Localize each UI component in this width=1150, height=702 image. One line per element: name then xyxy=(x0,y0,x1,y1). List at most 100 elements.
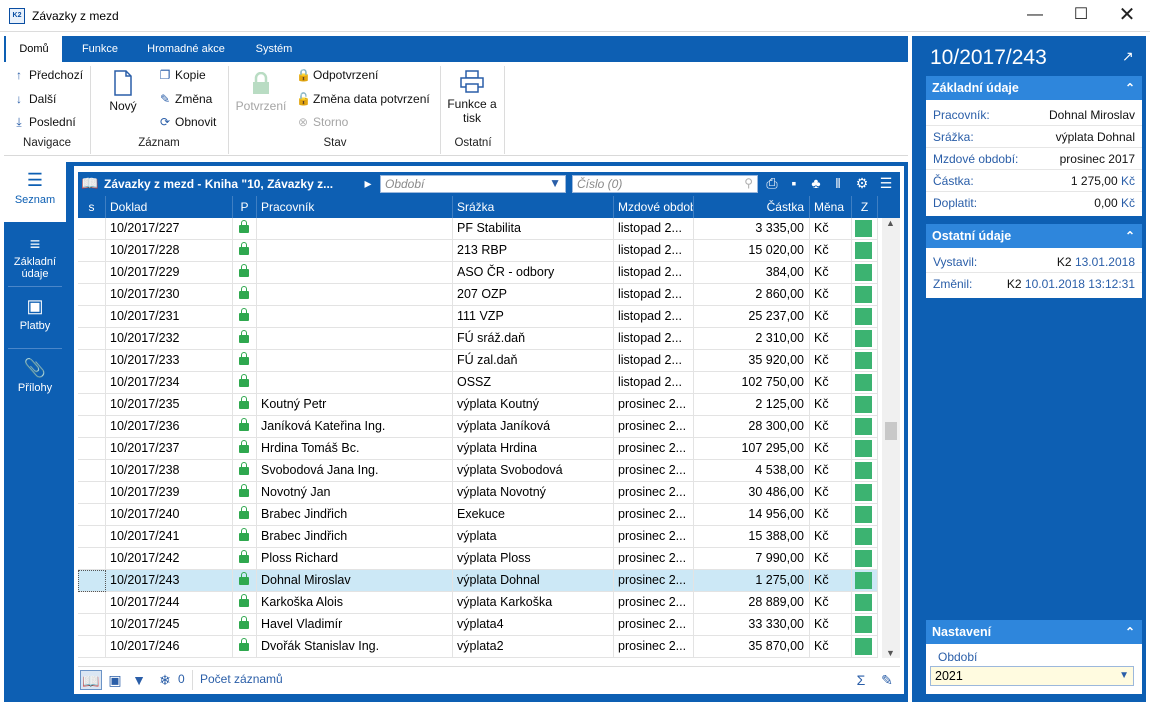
edit-button[interactable]: ✎ Změna xyxy=(158,92,212,106)
table-row[interactable]: 10/2017/246 Dvořák Stanislav Ing. výplata2… xyxy=(78,636,878,658)
menu-icon[interactable]: ☰ xyxy=(876,175,896,192)
printer-icon[interactable]: ⎙ xyxy=(762,175,782,192)
copy-button[interactable]: ❐ Kopie xyxy=(158,68,206,82)
unconfirm-button[interactable]: 🔒 Odpotvrzení xyxy=(296,68,378,82)
col-header-p[interactable]: P xyxy=(233,196,257,218)
cell-p xyxy=(233,636,257,658)
table-row[interactable]: 10/2017/227 PF Stabilita listopad 2... 3 33… xyxy=(78,218,878,240)
table-row[interactable]: 10/2017/235 Koutný Petr výplata Koutný pros… xyxy=(78,394,878,416)
table-row[interactable]: 10/2017/245 Havel Vladimír výplata4 prosine… xyxy=(78,614,878,636)
cell-pracovnik xyxy=(257,372,453,394)
refresh-button[interactable]: ⟳ Obnovit xyxy=(158,115,216,129)
chart-icon[interactable]: ▪ xyxy=(784,175,804,191)
lock-icon xyxy=(239,572,249,585)
col-header-obdobi[interactable]: Mzdové obdob xyxy=(614,196,694,218)
scroll-up-icon[interactable]: ▲ xyxy=(886,218,895,228)
section-zakladni-udaje[interactable]: Základní údaje ⌃ xyxy=(926,76,1142,100)
lock-icon: 🔒 xyxy=(296,68,311,82)
cell-castka: 33 330,00 xyxy=(694,614,810,636)
chevron-up-icon[interactable]: ⌃ xyxy=(1118,620,1142,644)
tab-domu[interactable]: Domů xyxy=(6,36,62,62)
sum-icon[interactable]: Σ xyxy=(850,670,872,690)
cell-mena: Kč xyxy=(810,240,852,262)
next-button[interactable]: ↓ Další xyxy=(12,92,56,106)
col-header-doklad[interactable]: Doklad xyxy=(106,196,233,218)
dropdown-icon[interactable]: ▼ xyxy=(549,176,561,190)
filter-icon[interactable]: ▼ xyxy=(128,670,150,690)
external-link-icon[interactable]: ↗ xyxy=(1122,48,1134,65)
columns-icon[interactable]: ‖ xyxy=(828,175,848,191)
table-row[interactable]: 10/2017/240 Brabec Jindřich Exekuce prosine… xyxy=(78,504,878,526)
change-date-button[interactable]: 🔓 Změna data potvrzení xyxy=(296,92,430,106)
prev-button[interactable]: ↑ Předchozí xyxy=(12,68,83,82)
cell-obdobi: prosinec 2... xyxy=(614,394,694,416)
cell-mena: Kč xyxy=(810,262,852,284)
cell-obdobi: listopad 2... xyxy=(614,240,694,262)
col-header-mena[interactable]: Měna xyxy=(810,196,852,218)
sidenav-seznam[interactable]: ☰ Seznam xyxy=(4,162,66,222)
snowflake-icon[interactable]: ❄ xyxy=(154,670,176,690)
last-button[interactable]: ⤓ Poslední xyxy=(12,115,75,130)
sidenav-prilohy[interactable]: 📎 Přílohy xyxy=(4,350,66,410)
search-icon[interactable]: ⚲ xyxy=(744,176,753,190)
col-header-s[interactable]: s xyxy=(78,196,106,218)
close-button[interactable]: ✕ xyxy=(1104,0,1150,32)
edit-icon[interactable]: ✎ xyxy=(876,670,898,690)
new-button[interactable]: Nový xyxy=(102,70,144,113)
print-functions-button[interactable]: Funkce a tisk xyxy=(444,70,500,125)
cell-s xyxy=(78,504,106,526)
table-row[interactable]: 10/2017/239 Novotný Jan výplata Novotný pro… xyxy=(78,482,878,504)
tab-system[interactable]: Systém xyxy=(244,36,304,62)
vertical-scrollbar[interactable]: ▲ ▼ xyxy=(882,218,900,658)
lock-icon xyxy=(239,418,249,431)
table-row[interactable]: 10/2017/231 111 VZP listopad 2... 25 237,00… xyxy=(78,306,878,328)
record-count-button[interactable]: Počet záznamů xyxy=(200,672,283,686)
col-header-pracovnik[interactable]: Pracovník xyxy=(257,196,453,218)
maximize-button[interactable]: ☐ xyxy=(1058,0,1104,32)
table-row[interactable]: 10/2017/237 Hrdina Tomáš Bc. výplata Hrdin… xyxy=(78,438,878,460)
minimize-button[interactable]: — xyxy=(1012,0,1058,32)
table-row[interactable]: 10/2017/228 213 RBP listopad 2... 15 020,00… xyxy=(78,240,878,262)
storno-button[interactable]: ⊗ Storno xyxy=(296,115,348,129)
section-nastaveni[interactable]: Nastavení ⌃ xyxy=(926,620,1142,644)
group-title-navigace: Navigace xyxy=(23,137,71,149)
table-row[interactable]: 10/2017/233 FÚ zal.daň listopad 2... 35 920… xyxy=(78,350,878,372)
table-row[interactable]: 10/2017/232 FÚ sráž.daň listopad 2... 2 310… xyxy=(78,328,878,350)
tab-hromadne-akce[interactable]: Hromadné akce xyxy=(136,36,236,62)
book-view-icon[interactable]: 📖 xyxy=(80,670,102,690)
table-row[interactable]: 10/2017/242 Ploss Richard výplata Ploss pro… xyxy=(78,548,878,570)
col-header-castka[interactable]: Částka xyxy=(694,196,810,218)
obdobi-filter-input[interactable]: Období ▼ xyxy=(380,175,566,193)
table-row[interactable]: 10/2017/241 Brabec Jindřich výplata prosine… xyxy=(78,526,878,548)
tab-funkce[interactable]: Funkce xyxy=(70,36,130,62)
scroll-thumb[interactable] xyxy=(885,422,897,440)
cislo-search-input[interactable]: Číslo (0) ⚲ xyxy=(572,175,758,193)
chevron-up-icon[interactable]: ⌃ xyxy=(1118,76,1142,100)
cell-srazka: výplata4 xyxy=(453,614,614,636)
confirm-button[interactable]: Potvrzení xyxy=(232,71,290,113)
table-row[interactable]: 10/2017/230 207 OZP listopad 2... 2 860,00 K… xyxy=(78,284,878,306)
table-row[interactable]: 10/2017/229 ASO ČR - odbory listopad 2... 3… xyxy=(78,262,878,284)
archive-box-icon: ▣ xyxy=(26,296,44,316)
table-row[interactable]: 10/2017/244 Karkoška Alois výplata Karkošk… xyxy=(78,592,878,614)
dropdown-icon[interactable]: ▼ xyxy=(1119,667,1129,685)
status-green-icon xyxy=(855,418,872,435)
col-header-srazka[interactable]: Srážka xyxy=(453,196,614,218)
table-row[interactable]: 10/2017/243 Dohnal Miroslav výplata Dohnal… xyxy=(78,570,878,592)
section-ostatni-udaje[interactable]: Ostatní údaje ⌃ xyxy=(926,224,1142,248)
table-row[interactable]: 10/2017/236 Janíková Kateřina Ing. výplata… xyxy=(78,416,878,438)
scroll-down-icon[interactable]: ▼ xyxy=(886,648,895,658)
table-row[interactable]: 10/2017/238 Svobodová Jana Ing. výplata Sv… xyxy=(78,460,878,482)
hierarchy-icon[interactable]: ♣ xyxy=(806,175,826,191)
book-icon[interactable]: 📖 xyxy=(80,175,100,192)
obdobi-select[interactable]: 2021 ▼ xyxy=(930,666,1134,686)
chevron-up-icon[interactable]: ⌃ xyxy=(1118,224,1142,248)
archive-icon[interactable]: ▣ xyxy=(104,670,126,690)
col-header-z[interactable]: Z xyxy=(852,196,878,218)
play-arrow-icon[interactable]: ▸ xyxy=(358,175,378,192)
gear-icon[interactable]: ⚙ xyxy=(852,175,872,192)
cell-obdobi: listopad 2... xyxy=(614,306,694,328)
sidenav-zakladni-udaje[interactable]: ≡ Základní údaje xyxy=(4,226,66,286)
table-row[interactable]: 10/2017/234 OSSZ listopad 2... 102 750,00 Kč xyxy=(78,372,878,394)
sidenav-platby[interactable]: ▣ Platby xyxy=(4,288,66,348)
